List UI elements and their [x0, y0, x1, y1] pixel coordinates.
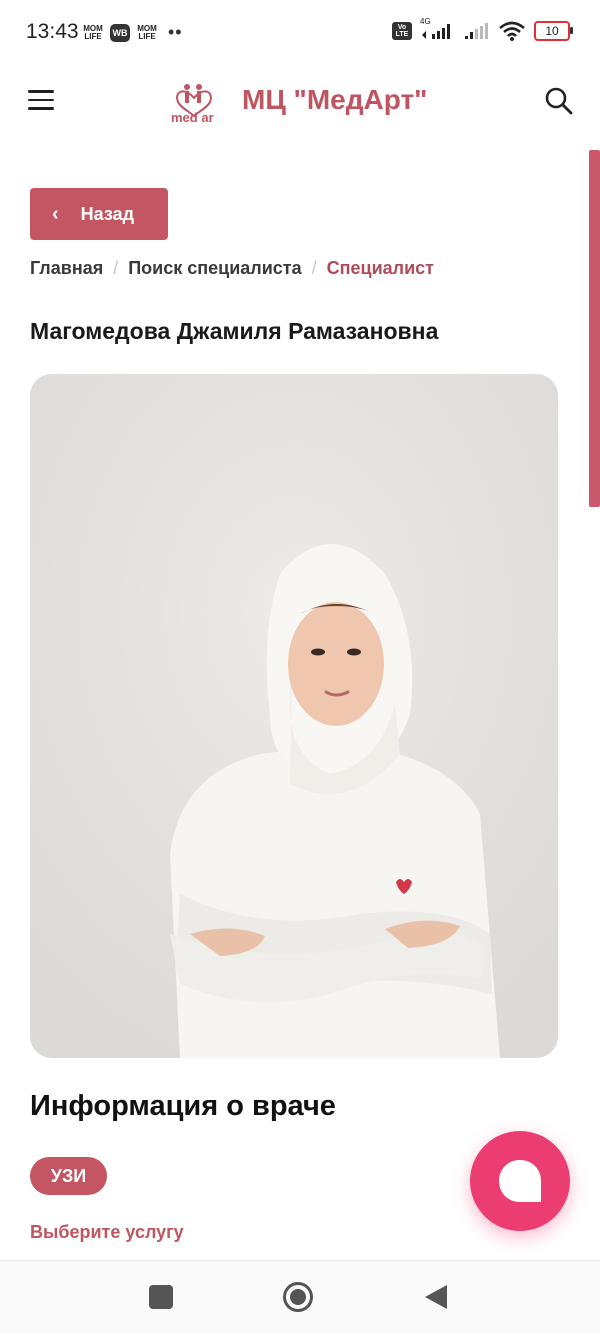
chat-bubble-icon	[499, 1160, 541, 1202]
system-nav-bar	[0, 1260, 600, 1333]
momlife-icon: MOM LIFE	[83, 23, 103, 41]
chevron-left-icon: ‹	[52, 202, 59, 225]
search-icon[interactable]	[544, 86, 574, 116]
recent-apps-icon[interactable]	[149, 1285, 173, 1309]
status-time: 13:43	[26, 20, 79, 43]
battery-level: 10	[545, 24, 559, 38]
home-icon[interactable]	[282, 1281, 314, 1313]
doctor-photo	[30, 374, 558, 1058]
choose-service-link[interactable]: Выберите услугу	[30, 1222, 184, 1243]
more-notifications-icon: ••	[168, 22, 183, 42]
doctor-info-heading: Информация о враче	[30, 1090, 336, 1122]
back-button[interactable]: ‹ Назад	[30, 188, 168, 240]
brand-title[interactable]: МЦ "МедАрт"	[242, 84, 427, 116]
scrollbar[interactable]	[589, 150, 600, 507]
signal-weak-icon	[465, 23, 488, 39]
breadcrumb-separator: /	[311, 258, 317, 278]
doctor-name: Магомедова Джамиля Рамазановна	[30, 318, 439, 344]
wb-icon: WB	[110, 23, 130, 42]
back-button-label: Назад	[80, 203, 135, 224]
back-triangle-icon[interactable]	[423, 1283, 449, 1311]
momlife-icon-2: MOM LIFE	[137, 23, 157, 41]
specialty-tag[interactable]: УЗИ	[30, 1157, 107, 1195]
breadcrumb: Главная / Поиск специалиста / Специалист	[30, 258, 434, 279]
logo-text: med ar	[171, 110, 214, 125]
app-header: med ar МЦ "МедАрт"	[0, 66, 600, 138]
status-bar: 13:43 MOM LIFE WB MOM LIFE •• Vo LTE 4G	[0, 0, 600, 64]
breadcrumb-home[interactable]: Главная	[30, 258, 103, 279]
signal-4g-icon: 4G	[420, 17, 456, 41]
wifi-icon	[499, 21, 525, 41]
hamburger-menu-icon[interactable]	[28, 90, 54, 112]
status-indicators: Vo LTE 4G 10	[392, 17, 573, 42]
breadcrumb-search-specialist[interactable]: Поиск специалиста	[128, 258, 301, 279]
volte-icon: Vo LTE	[392, 22, 412, 40]
breadcrumb-current: Специалист	[326, 258, 434, 278]
breadcrumb-separator: /	[113, 258, 119, 278]
battery-icon: 10	[534, 21, 573, 41]
status-app-icons: MOM LIFE WB MOM LIFE ••	[82, 22, 183, 43]
medart-logo[interactable]: med ar	[170, 76, 218, 128]
chat-button[interactable]	[470, 1131, 570, 1231]
